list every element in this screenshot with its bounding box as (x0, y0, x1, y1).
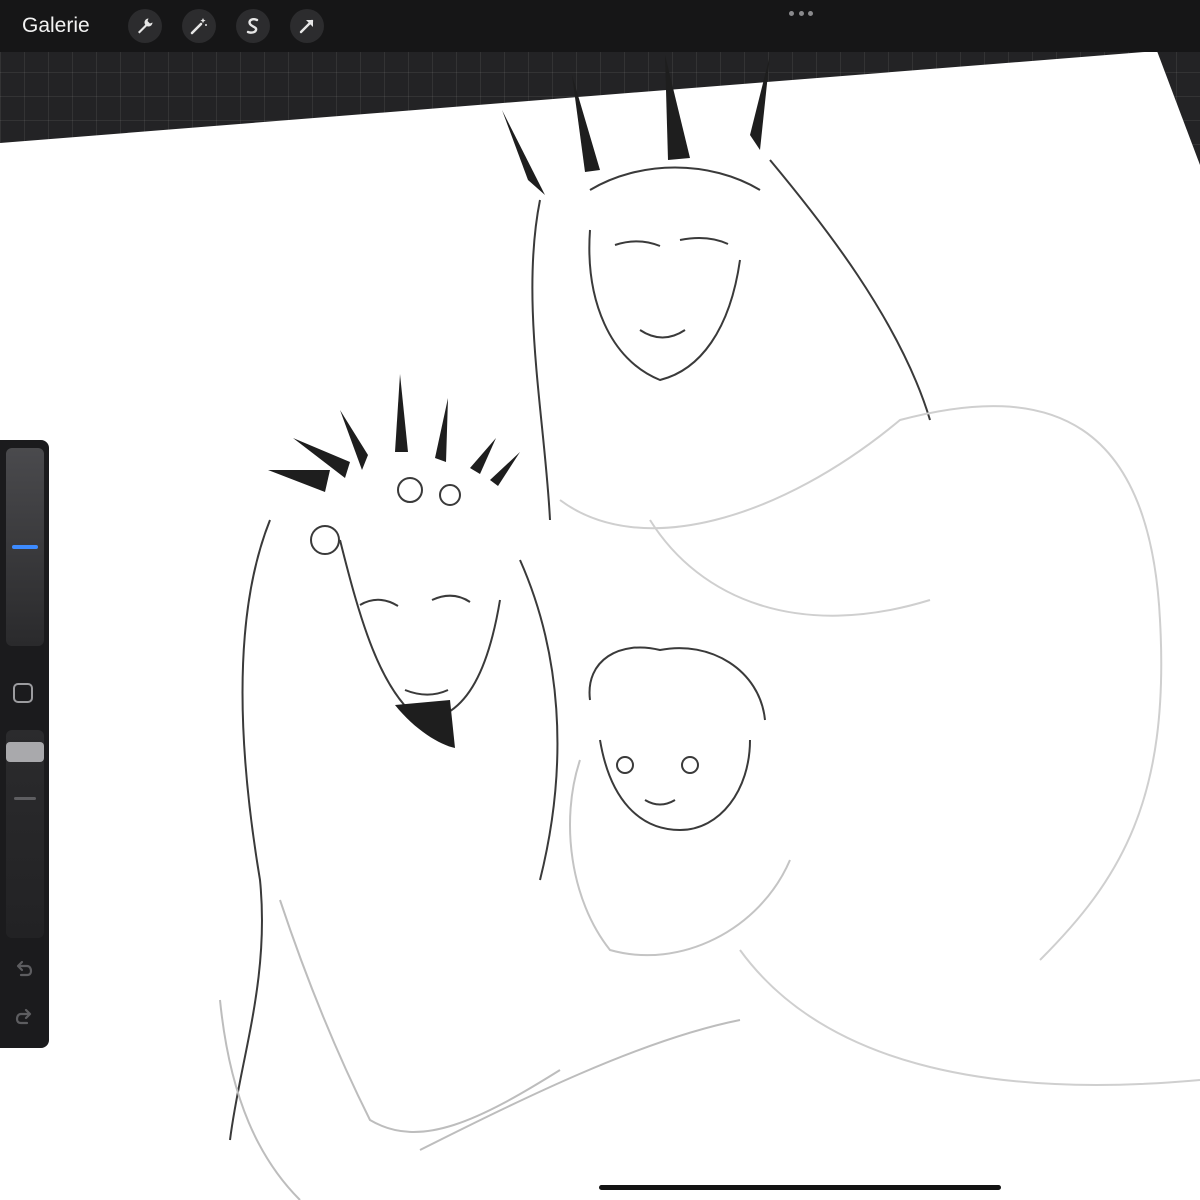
opacity-mark (14, 797, 36, 800)
brush-opacity-slider[interactable] (6, 730, 44, 938)
drawing-canvas[interactable] (0, 0, 1200, 1200)
canvas-paper (0, 51, 1200, 1200)
gallery-button[interactable]: Galerie (22, 14, 90, 38)
brush-size-slider[interactable] (6, 448, 44, 646)
ellipsis-icon[interactable] (789, 8, 813, 18)
brush-opacity-thumb[interactable] (6, 742, 44, 762)
dot (798, 10, 804, 16)
canvas-svg (0, 51, 1200, 1200)
actions-button[interactable] (127, 9, 162, 43)
magic-wand-icon (190, 18, 207, 35)
undo-arrow-icon[interactable] (13, 958, 35, 980)
modify-square-icon[interactable] (13, 683, 33, 703)
home-indicator[interactable] (599, 1185, 1001, 1190)
transform-button[interactable] (289, 9, 324, 43)
left-sidebar (0, 440, 49, 1048)
top-toolbar: Galerie (0, 0, 1200, 52)
wrench-icon (137, 18, 153, 34)
arrow-cursor-icon (299, 19, 313, 34)
dot (808, 10, 813, 16)
selection-s-icon (246, 18, 258, 34)
adjustments-button[interactable] (181, 9, 216, 43)
dot (789, 10, 794, 16)
brush-size-thumb[interactable] (12, 545, 38, 549)
selection-button[interactable] (235, 9, 270, 43)
redo-arrow-icon[interactable] (13, 1006, 35, 1028)
